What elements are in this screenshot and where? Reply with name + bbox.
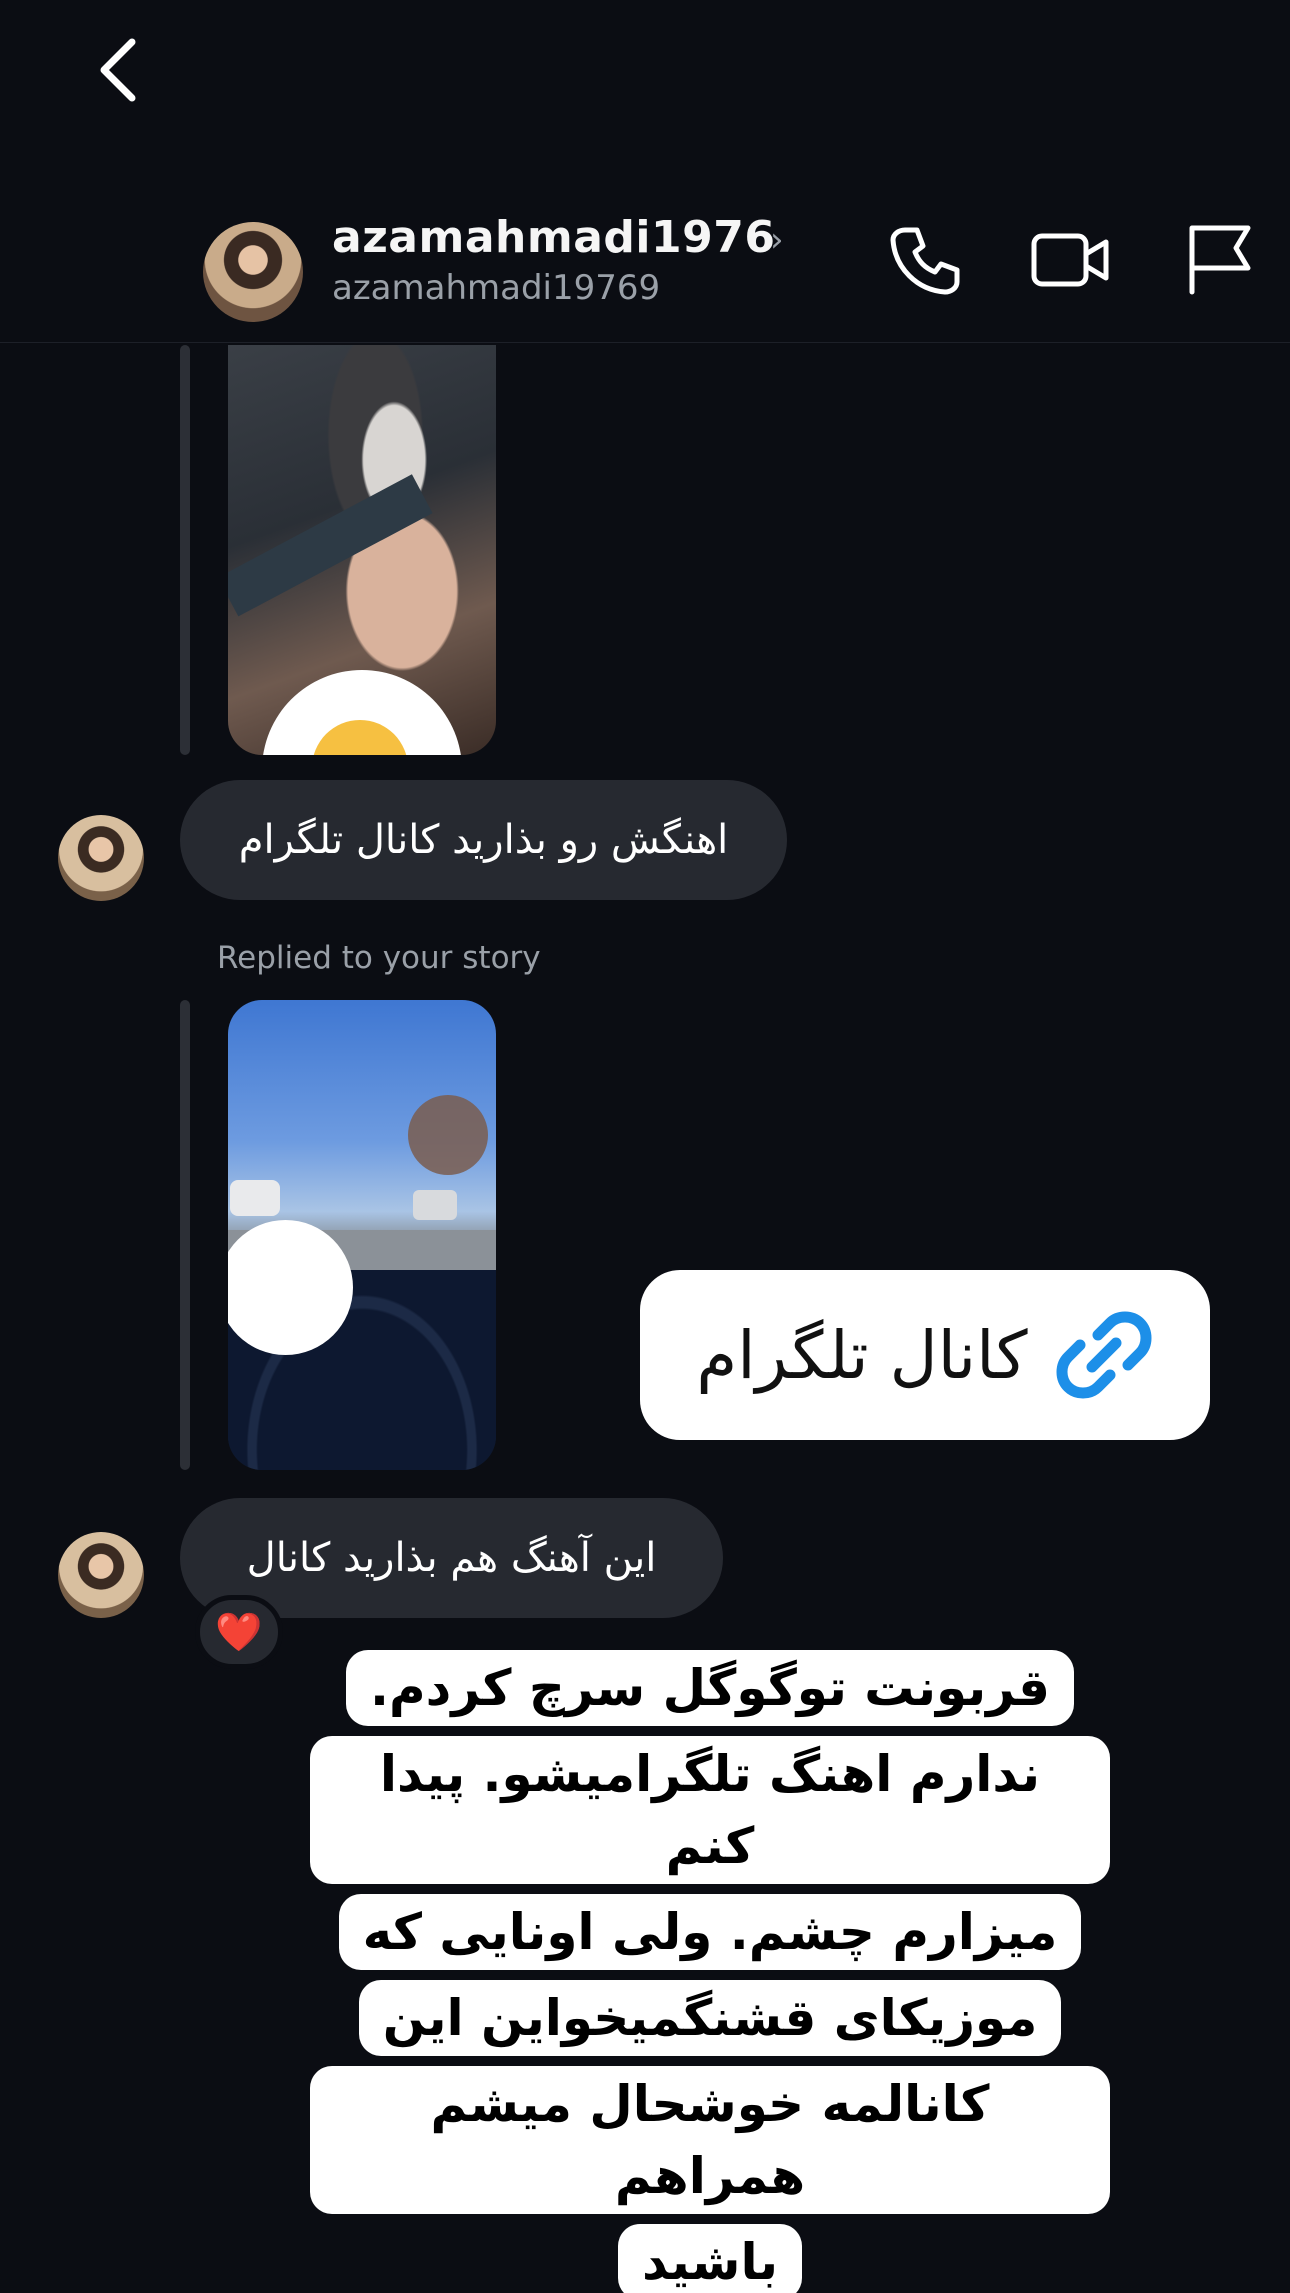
link-sticker-label: کانال تلگرام <box>696 1316 1028 1394</box>
phone-icon <box>890 227 960 295</box>
heart-eyes-emoji-icon: 😍 <box>250 1247 313 1317</box>
avatar[interactable] <box>58 1532 144 1618</box>
message-bubble[interactable]: اهنگش رو بذارید کانال تلگرام <box>180 780 787 900</box>
story-caption: قربونت توگوگل سرچ کردم. ندارم اهنگ تلگرا… <box>310 1650 1110 2293</box>
caption-line: ندارم اهنگ تلگرامیشو. پیدا کنم <box>310 1736 1110 1884</box>
reply-label: Replied to your story <box>217 940 541 976</box>
dm-screen: azamahmadi1976 › azamahmadi19769 اهنگش ر… <box>0 0 1290 2293</box>
back-button[interactable] <box>90 30 150 110</box>
reply-thread-line <box>180 1000 190 1470</box>
video-icon <box>1031 233 1109 287</box>
username[interactable]: azamahmadi1976 <box>332 212 775 263</box>
caption-line: موزیکای قشنگمیخواین این <box>358 1980 1062 2056</box>
caption-line: کانالمه خوشحال میشم همراهم <box>310 2066 1110 2214</box>
telegram-link-sticker[interactable]: کانال تلگرام <box>640 1270 1210 1440</box>
flag-icon <box>1189 225 1251 295</box>
username-chevron-icon: › <box>770 220 784 260</box>
story-thumbnail[interactable]: 😍 <box>228 1000 496 1470</box>
reply-thread-line <box>180 345 190 755</box>
header-avatar[interactable] <box>203 222 303 322</box>
call-button[interactable] <box>885 220 965 300</box>
heart-reaction[interactable]: ❤️ <box>195 1595 283 1669</box>
avatar[interactable] <box>58 815 144 901</box>
report-button[interactable] <box>1180 220 1260 300</box>
caption-line: میزارم چشم. ولی اونایی که <box>338 1894 1082 1970</box>
caption-line: باشید <box>617 2224 802 2293</box>
caption-line: قربونت توگوگل سرچ کردم. <box>346 1650 1074 1726</box>
back-icon <box>100 38 136 102</box>
handle: azamahmadi19769 <box>332 268 661 308</box>
story-thumbnail[interactable] <box>228 345 496 755</box>
video-call-button[interactable] <box>1030 220 1110 300</box>
link-icon <box>1056 1311 1152 1399</box>
